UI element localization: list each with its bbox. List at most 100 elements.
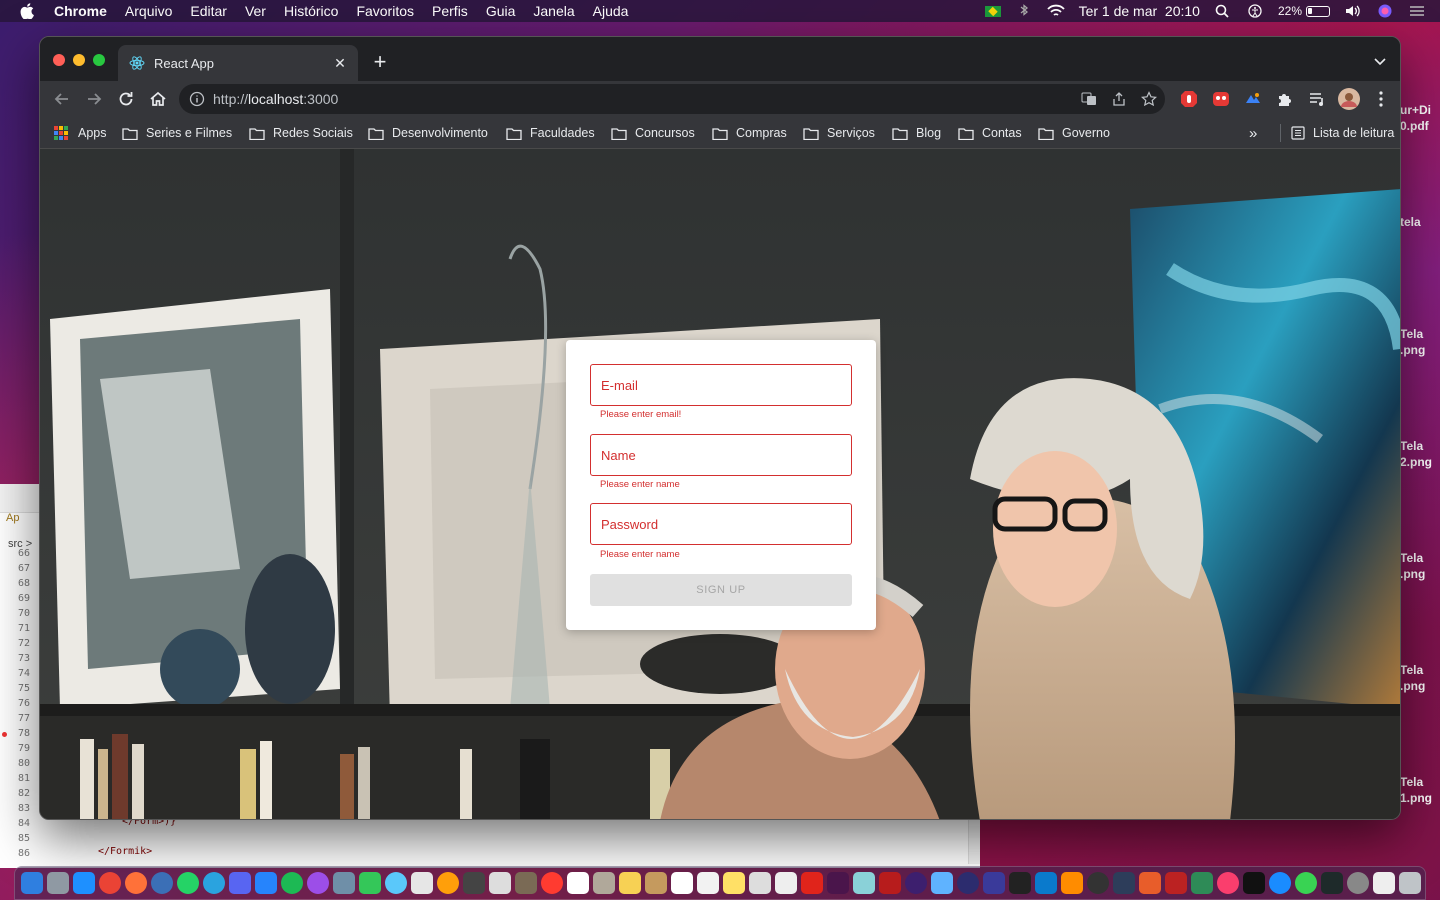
desktop-file[interactable]: Tela .png bbox=[1400, 662, 1425, 694]
menu-ajuda[interactable]: Ajuda bbox=[593, 3, 629, 19]
notion-icon[interactable] bbox=[567, 872, 589, 894]
telegram-icon[interactable] bbox=[203, 872, 225, 894]
music-icon[interactable] bbox=[1217, 872, 1239, 894]
vlc-icon[interactable] bbox=[1061, 872, 1083, 894]
address-bar[interactable]: http://localhost:3000 bbox=[179, 84, 1165, 114]
bookmark-star-icon[interactable] bbox=[1141, 91, 1157, 107]
terminal-icon[interactable] bbox=[1009, 872, 1031, 894]
share-icon[interactable] bbox=[1111, 91, 1127, 107]
bookmark-blog[interactable]: Blog bbox=[892, 123, 941, 143]
wifi-icon[interactable] bbox=[1046, 4, 1065, 18]
password-field[interactable]: Password bbox=[590, 503, 852, 545]
activity-monitor-icon[interactable] bbox=[1321, 872, 1343, 894]
name-field[interactable]: Name bbox=[590, 434, 852, 476]
menu-historico[interactable]: Histórico bbox=[284, 3, 338, 19]
app-icon[interactable] bbox=[1295, 872, 1317, 894]
tab-react-app[interactable]: React App ✕ bbox=[118, 45, 358, 81]
textedit-icon[interactable] bbox=[775, 872, 797, 894]
info-icon[interactable] bbox=[189, 91, 205, 107]
filezilla-icon[interactable] bbox=[879, 872, 901, 894]
app-icon[interactable] bbox=[463, 872, 485, 894]
browser-menu-icon[interactable] bbox=[1371, 89, 1391, 109]
system-preferences-icon[interactable] bbox=[1347, 872, 1369, 894]
spotify-icon[interactable] bbox=[281, 872, 303, 894]
reminders-icon[interactable] bbox=[697, 872, 719, 894]
flag-br-icon[interactable] bbox=[984, 5, 1001, 17]
messages-icon[interactable] bbox=[385, 872, 407, 894]
appletv-icon[interactable] bbox=[1243, 872, 1265, 894]
extension-red-icon[interactable] bbox=[1211, 89, 1231, 109]
email-field[interactable]: E-mail bbox=[590, 364, 852, 406]
desktop-file[interactable]: Tela 1.png bbox=[1400, 774, 1432, 806]
forward-icon[interactable] bbox=[84, 89, 104, 109]
datetime[interactable]: Ter 1 de mar 20:10 bbox=[1079, 3, 1200, 19]
desktop-file[interactable]: tela bbox=[1400, 214, 1421, 230]
menu-janela[interactable]: Janela bbox=[533, 3, 574, 19]
app-icon[interactable] bbox=[905, 872, 927, 894]
zoom-window-button[interactable] bbox=[93, 54, 105, 66]
reading-list-button[interactable]: Lista de leitura bbox=[1280, 123, 1394, 143]
puzzle-icon[interactable] bbox=[1275, 89, 1295, 109]
app-icon[interactable] bbox=[1113, 872, 1135, 894]
trash-icon[interactable] bbox=[1399, 872, 1421, 894]
app-icon[interactable] bbox=[749, 872, 771, 894]
acrobat-icon[interactable] bbox=[801, 872, 823, 894]
signup-button[interactable]: SIGN UP bbox=[590, 574, 852, 606]
chevron-down-icon[interactable] bbox=[1372, 53, 1388, 69]
bookmark-desenvolvimento[interactable]: Desenvolvimento bbox=[368, 123, 488, 143]
bookmark-redes-sociais[interactable]: Redes Sociais bbox=[249, 123, 353, 143]
preview-icon[interactable] bbox=[333, 872, 355, 894]
calendar-icon[interactable] bbox=[671, 872, 693, 894]
eclipse-icon[interactable] bbox=[957, 872, 979, 894]
colors-icon[interactable] bbox=[437, 872, 459, 894]
siri-icon[interactable] bbox=[1376, 4, 1394, 18]
dropbox-icon[interactable] bbox=[255, 872, 277, 894]
finder-icon[interactable] bbox=[21, 872, 43, 894]
photos-icon[interactable] bbox=[411, 872, 433, 894]
profile-avatar[interactable] bbox=[1338, 88, 1360, 110]
app-icon[interactable] bbox=[1139, 872, 1161, 894]
bookmark-apps[interactable]: Apps bbox=[54, 123, 107, 143]
app-icon[interactable] bbox=[1087, 872, 1109, 894]
menu-ver[interactable]: Ver bbox=[245, 3, 266, 19]
app-icon[interactable] bbox=[983, 872, 1005, 894]
app-icon[interactable] bbox=[593, 872, 615, 894]
app-icon[interactable] bbox=[1165, 872, 1187, 894]
app-icon[interactable] bbox=[489, 872, 511, 894]
code-lines[interactable]: </Form>)} </Formik> bbox=[98, 814, 176, 859]
bookmarks-overflow-button[interactable]: » bbox=[1249, 123, 1257, 143]
appstore-icon[interactable] bbox=[1269, 872, 1291, 894]
home-icon[interactable] bbox=[148, 89, 168, 109]
vscode-icon[interactable] bbox=[1035, 872, 1057, 894]
extension-blue-icon[interactable] bbox=[1243, 89, 1263, 109]
bookmark-contas[interactable]: Contas bbox=[958, 123, 1022, 143]
close-window-button[interactable] bbox=[53, 54, 65, 66]
bookmark-governo[interactable]: Governo bbox=[1038, 123, 1110, 143]
adblock-icon[interactable] bbox=[1179, 89, 1199, 109]
minimize-window-button[interactable] bbox=[73, 54, 85, 66]
menu-editar[interactable]: Editar bbox=[190, 3, 227, 19]
bluetooth-icon[interactable] bbox=[1015, 4, 1033, 18]
menu-favoritos[interactable]: Favoritos bbox=[356, 3, 414, 19]
desktop-file[interactable]: Tela 2.png bbox=[1400, 438, 1432, 470]
app-icon[interactable] bbox=[645, 872, 667, 894]
desktop-file[interactable]: ur+Di 0.pdf bbox=[1400, 102, 1431, 134]
accessibility-icon[interactable] bbox=[1246, 4, 1264, 18]
menu-arquivo[interactable]: Arquivo bbox=[125, 3, 172, 19]
app-icon[interactable] bbox=[931, 872, 953, 894]
search-icon[interactable] bbox=[1214, 4, 1232, 18]
bookmark-faculdades[interactable]: Faculdades bbox=[506, 123, 595, 143]
media-icon[interactable] bbox=[1307, 89, 1327, 109]
facetime-icon[interactable] bbox=[359, 872, 381, 894]
reload-icon[interactable] bbox=[116, 89, 136, 109]
discord-icon[interactable] bbox=[229, 872, 251, 894]
new-tab-button[interactable]: + bbox=[370, 51, 390, 73]
apple-icon[interactable] bbox=[20, 3, 34, 19]
app-icon[interactable] bbox=[541, 872, 563, 894]
bookmark-series-e-filmes[interactable]: Series e Filmes bbox=[122, 123, 232, 143]
whatsapp-icon[interactable] bbox=[177, 872, 199, 894]
close-tab-icon[interactable]: ✕ bbox=[332, 55, 348, 71]
app-icon[interactable] bbox=[515, 872, 537, 894]
slack-icon[interactable] bbox=[827, 872, 849, 894]
battery-icon[interactable] bbox=[1306, 5, 1330, 17]
